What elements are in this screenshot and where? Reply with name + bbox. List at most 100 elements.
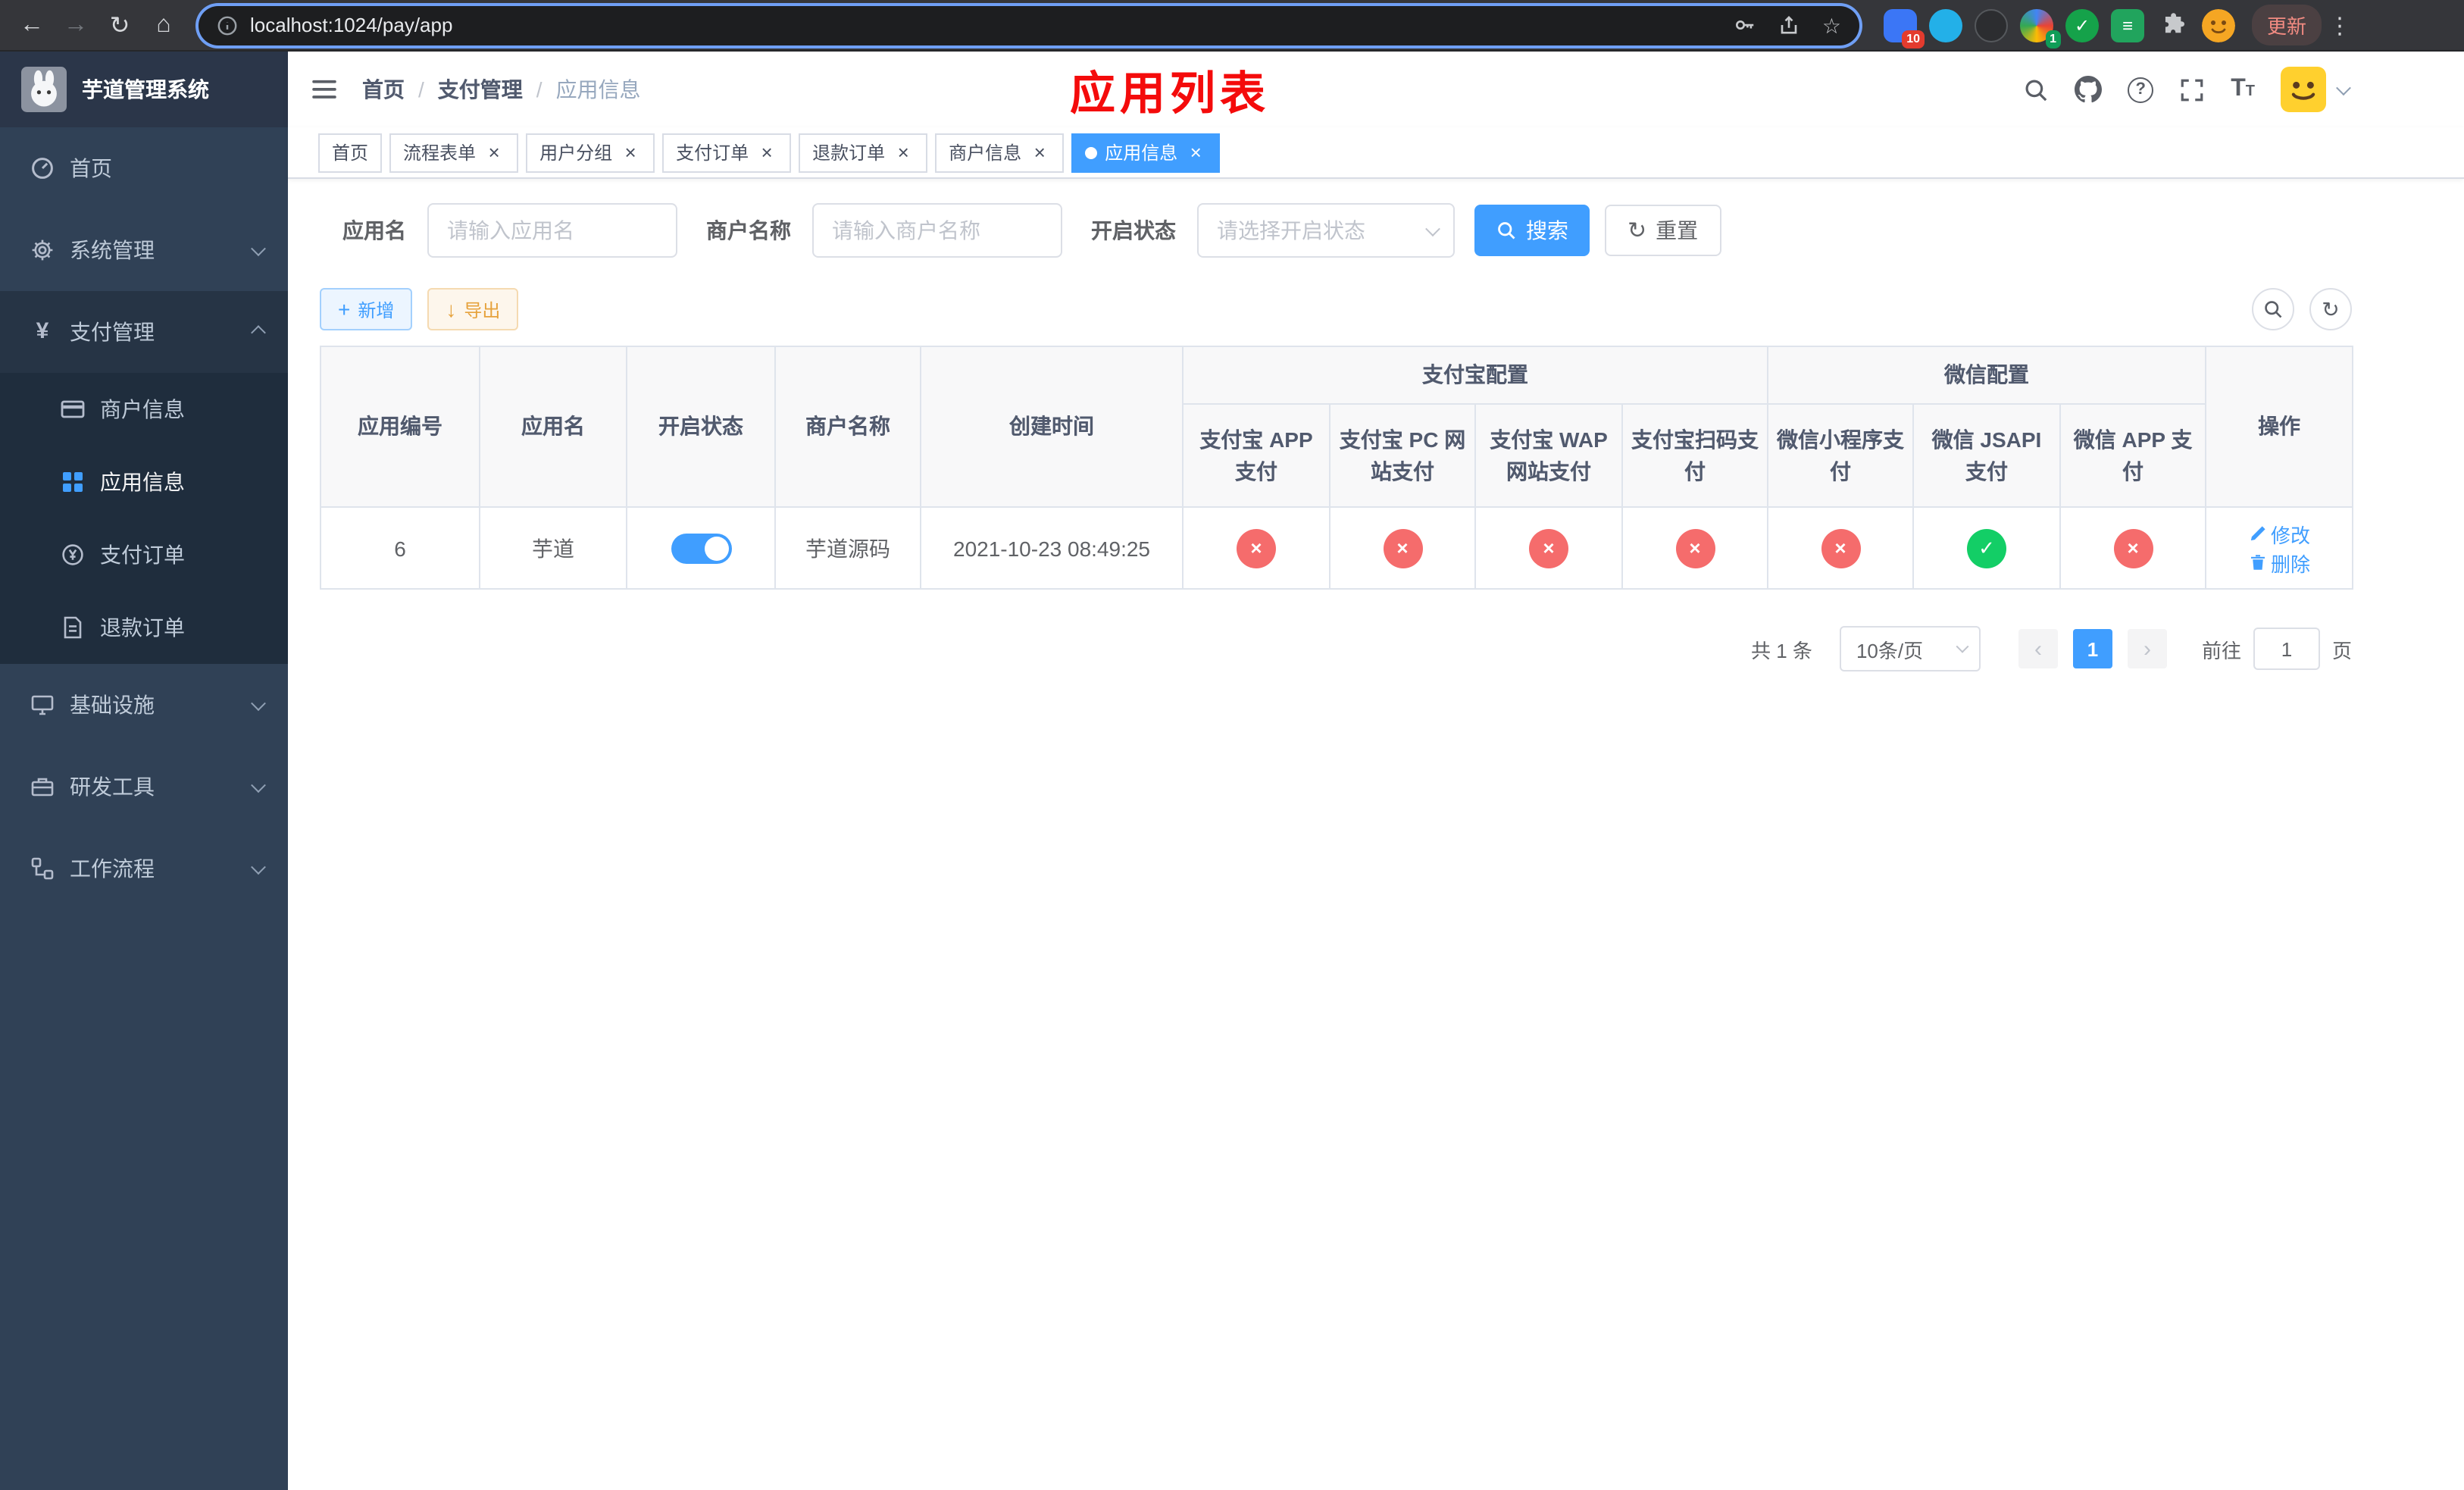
tab-home[interactable]: 首页	[318, 133, 383, 172]
col-app-name: 应用名	[479, 346, 627, 508]
browser-forward-icon[interactable]: →	[56, 5, 95, 45]
password-key-icon[interactable]	[1734, 14, 1757, 36]
extension-icon-colorful[interactable]: 1	[2020, 8, 2061, 48]
toggle-search-button[interactable]	[2252, 288, 2294, 330]
page-size-select[interactable]: 10条/页	[1839, 626, 1981, 671]
status-switch[interactable]	[671, 533, 731, 563]
sidebar-item-system[interactable]: 系统管理	[0, 209, 288, 291]
merchant-name-input[interactable]	[812, 203, 1062, 258]
browser-update-button[interactable]: 更新	[2252, 5, 2322, 45]
tab-refund-orders[interactable]: 退款订单 ×	[799, 133, 928, 172]
app-name-input[interactable]	[427, 203, 677, 258]
browser-profile-avatar[interactable]	[2202, 8, 2235, 42]
extension-icon-check[interactable]: ✓	[2065, 8, 2099, 42]
reset-button[interactable]: ↻ 重置	[1605, 205, 1721, 256]
share-icon[interactable]	[1778, 14, 1801, 36]
browser-menu-icon[interactable]: ⋮	[2326, 11, 2353, 39]
top-navbar: 首页 / 支付管理 / 应用信息 应用列表 ? TT	[288, 52, 2464, 127]
alipay-qr-status-icon: ×	[1675, 528, 1715, 568]
trash-icon	[2250, 555, 2265, 570]
status-label: 开启状态	[1091, 218, 1176, 243]
refresh-icon: ↻	[1628, 218, 1647, 243]
tab-process-form[interactable]: 流程表单 ×	[389, 133, 519, 172]
browser-home-icon[interactable]: ⌂	[144, 5, 183, 45]
site-info-icon[interactable]	[217, 14, 238, 36]
hamburger-icon[interactable]	[311, 76, 338, 103]
tab-user-group[interactable]: 用户分组 ×	[526, 133, 655, 172]
extension-icon-notes[interactable]: ≡	[2111, 8, 2144, 42]
delete-button[interactable]: 删除	[2248, 548, 2310, 577]
total-count: 共 1 条	[1751, 639, 1812, 662]
grid-icon	[63, 472, 83, 492]
extension-icon-dark[interactable]	[1975, 8, 2008, 42]
sidebar-item-refund-orders[interactable]: 退款订单	[0, 591, 288, 664]
chevron-up-icon	[251, 324, 266, 340]
help-icon[interactable]: ?	[2128, 77, 2154, 102]
refresh-table-button[interactable]: ↻	[2309, 288, 2352, 330]
cell-app-id: 6	[320, 506, 480, 590]
export-button[interactable]: ↓ 导出	[427, 288, 519, 330]
chevron-down-icon	[1425, 221, 1440, 236]
url-text[interactable]: localhost:1024/pay/app	[250, 14, 452, 36]
breadcrumb-parent[interactable]: 支付管理	[438, 74, 523, 105]
sidebar-item-merchant-info[interactable]: 商户信息	[0, 373, 288, 446]
screen: ← → ↻ ⌂ localhost:1024/pay/app ☆ 10 1 ✓ …	[0, 0, 2464, 1490]
avatar[interactable]	[2281, 67, 2326, 112]
sidebar-item-infrastructure[interactable]: 基础设施	[0, 664, 288, 746]
extension-icon-blue[interactable]: 10	[1884, 8, 1925, 48]
pay-order-icon	[62, 544, 83, 565]
app-logo[interactable]: 芋道管理系统	[0, 52, 288, 127]
close-icon[interactable]: ×	[893, 142, 914, 163]
next-page-button[interactable]: ›	[2127, 629, 2167, 668]
group-alipay-config: 支付宝配置	[1182, 346, 1768, 405]
yen-icon: ¥	[36, 318, 49, 344]
close-icon[interactable]: ×	[483, 142, 505, 163]
col-alipay-qr: 支付宝扫码支付	[1621, 403, 1768, 508]
payment-submenu: 商户信息 应用信息 支付订单 退款订单	[0, 373, 288, 664]
sidebar-item-app-info[interactable]: 应用信息	[0, 446, 288, 518]
sidebar-item-home[interactable]: 首页	[0, 127, 288, 209]
close-icon[interactable]: ×	[1185, 142, 1206, 163]
goto-unit: 页	[2331, 639, 2352, 662]
breadcrumb-home[interactable]: 首页	[362, 74, 405, 105]
search-button[interactable]: 搜索	[1474, 205, 1590, 256]
browser-back-icon[interactable]: ←	[12, 5, 52, 45]
github-icon[interactable]	[2075, 76, 2103, 103]
col-status: 开启状态	[626, 346, 776, 508]
add-button[interactable]: + 新增	[320, 288, 413, 330]
address-bar[interactable]: localhost:1024/pay/app ☆	[199, 5, 1859, 45]
browser-reload-icon[interactable]: ↻	[100, 5, 139, 45]
avatar-caret-icon[interactable]	[2336, 80, 2351, 95]
tab-app-info[interactable]: 应用信息 ×	[1071, 133, 1221, 172]
close-icon[interactable]: ×	[756, 142, 777, 163]
extensions-puzzle-icon[interactable]	[2156, 8, 2190, 42]
fullscreen-icon[interactable]	[2179, 77, 2205, 102]
close-icon[interactable]: ×	[620, 142, 641, 163]
sidebar-item-workflow[interactable]: 工作流程	[0, 828, 288, 909]
prev-page-button[interactable]: ‹	[2018, 629, 2058, 668]
goto-label: 前往	[2201, 639, 2241, 662]
sidebar-item-pay-orders[interactable]: 支付订单	[0, 518, 288, 591]
header-search-icon[interactable]	[2023, 77, 2049, 102]
status-select[interactable]: 请选择开启状态	[1197, 203, 1455, 258]
extension-icon-drop[interactable]	[1929, 8, 1962, 42]
font-size-icon[interactable]: TT	[2231, 76, 2255, 103]
tab-merchant-info[interactable]: 商户信息 ×	[935, 133, 1065, 172]
wx-mini-status-icon: ×	[1821, 528, 1860, 568]
col-alipay-app: 支付宝 APP 支付	[1182, 403, 1330, 508]
goto-page-input[interactable]	[2253, 628, 2320, 670]
group-wechat-config: 微信配置	[1766, 346, 2207, 405]
sidebar-item-payment[interactable]: ¥ 支付管理	[0, 291, 288, 373]
toolbox-icon	[31, 778, 54, 797]
tab-pay-orders[interactable]: 支付订单 ×	[662, 133, 792, 172]
page-1-button[interactable]: 1	[2072, 629, 2112, 668]
sidebar: 芋道管理系统 首页 系统管理 ¥ 支付管理 商户信息 应用信息 支付订单 退款订…	[0, 52, 288, 1490]
bookmark-star-icon[interactable]: ☆	[1822, 14, 1841, 36]
col-app-id: 应用编号	[320, 346, 480, 508]
plus-icon: +	[338, 297, 351, 321]
close-icon[interactable]: ×	[1029, 142, 1050, 163]
edit-button[interactable]: 修改	[2248, 519, 2310, 548]
col-alipay-wap: 支付宝 WAP 网站支付	[1474, 403, 1623, 508]
app-name-label: 应用名	[342, 218, 406, 243]
sidebar-item-dev-tools[interactable]: 研发工具	[0, 746, 288, 828]
